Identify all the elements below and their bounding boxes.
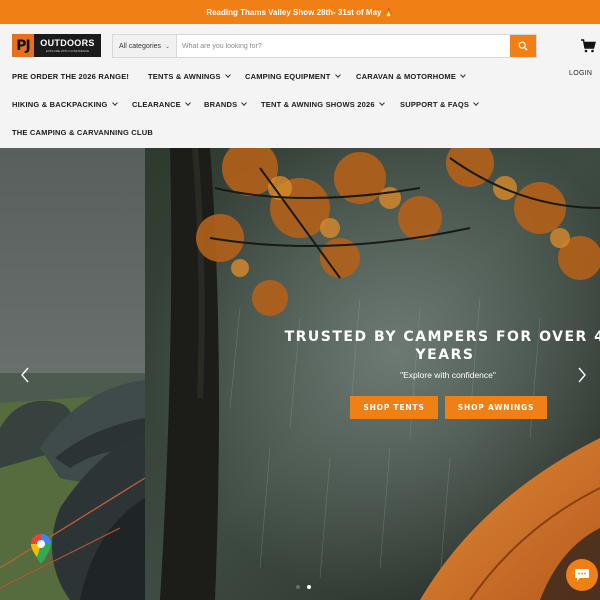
chevron-down-icon [111,100,118,106]
chat-button[interactable] [566,559,598,591]
search-button[interactable] [510,35,536,57]
nav-label: CLEARANCE [132,99,181,109]
nav-tents-awnings[interactable]: TENTS & AWNINGS [148,70,231,82]
nav-label: TENTS & AWNINGS [148,71,221,81]
cart-icon[interactable] [580,39,596,53]
chevron-down-icon [334,72,341,78]
hero-title-line1: TRUSTED BY CAMPERS FOR OVER 4 [284,329,600,345]
nav-clearance[interactable]: CLEARANCE [132,98,191,110]
search-input[interactable] [177,35,510,57]
logo-mark: PJ [12,34,34,57]
slide-dot-1[interactable] [296,585,300,589]
shop-tents-button[interactable]: SHOP TENTS [350,396,438,419]
site-header: PJ OUTDOORS EXPLORE WITH CONFIDENCE All … [0,24,600,148]
chevron-left-icon[interactable] [19,366,31,384]
category-select-value: All categories [119,42,162,50]
shop-awnings-button[interactable]: SHOP AWNINGS [445,396,547,419]
slide-dot-2-active[interactable] [307,585,311,589]
chevron-down-icon [224,72,231,78]
logo-tagline: EXPLORE WITH CONFIDENCE [45,49,90,53]
nav-label: TENT & AWNING SHOWS 2026 [261,99,375,109]
nav-brands[interactable]: BRANDS [204,98,248,110]
nav-label: THE CAMPING & CARVANNING CLUB [12,127,153,137]
google-maps-pin-icon[interactable] [30,533,52,565]
announcement-text[interactable]: Reading Thams Valley Show 28th- 31st of … [206,8,393,17]
chevron-down-icon [473,100,479,106]
chevron-down-icon [378,100,385,106]
nav-caravan-motorhome[interactable]: CARAVAN & MOTORHOME [356,70,466,82]
nav-label: SUPPORT & FAQS [400,99,470,109]
chevron-down-icon [241,100,248,106]
chevron-right-icon[interactable] [576,366,588,384]
chat-icon [575,569,589,581]
category-select[interactable]: All categories ⌄ [113,35,177,57]
nav-support-faqs[interactable]: SUPPORT & FAQS [400,98,479,110]
search-bar: All categories ⌄ [112,34,537,58]
hero-title: TRUSTED BY CAMPERS FOR OVER 4 YEARS [280,328,600,364]
nav-label: CARAVAN & MOTORHOME [356,71,457,81]
hero-title-line2: YEARS [415,347,475,363]
chevron-down-icon [185,100,191,106]
nav-label: HIKING & BACKPACKING [12,99,108,109]
nav-tent-awning-shows[interactable]: TENT & AWNING SHOWS 2026 [261,98,385,110]
hero-slideshow: TRUSTED BY CAMPERS FOR OVER 4 YEARS "Exp… [0,148,600,600]
nav-pre-order[interactable]: PRE ORDER THE 2026 RANGE! [12,70,129,82]
nav-label: PRE ORDER THE 2026 RANGE! [12,71,130,81]
site-logo[interactable]: PJ OUTDOORS EXPLORE WITH CONFIDENCE [12,34,101,57]
announcement-bar[interactable]: Reading Thams Valley Show 28th- 31st of … [0,0,600,24]
logo-name: OUTDOORS [40,38,95,48]
chevron-down-icon: ⌄ [165,43,171,50]
hero-subtitle: "Explore with confidence" [400,370,496,380]
nav-hiking-backpacking[interactable]: HIKING & BACKPACKING [12,98,118,110]
chevron-down-icon [460,72,466,78]
search-icon [518,41,528,51]
login-link[interactable]: LOGIN [569,70,592,77]
logo-wordmark: OUTDOORS EXPLORE WITH CONFIDENCE [34,34,101,57]
nav-camping-club[interactable]: THE CAMPING & CARVANNING CLUB [12,126,153,138]
nav-label: CAMPING EQUIPMENT [245,71,331,81]
nav-label: BRANDS [204,99,238,109]
nav-camping-equipment[interactable]: CAMPING EQUIPMENT [245,70,341,82]
